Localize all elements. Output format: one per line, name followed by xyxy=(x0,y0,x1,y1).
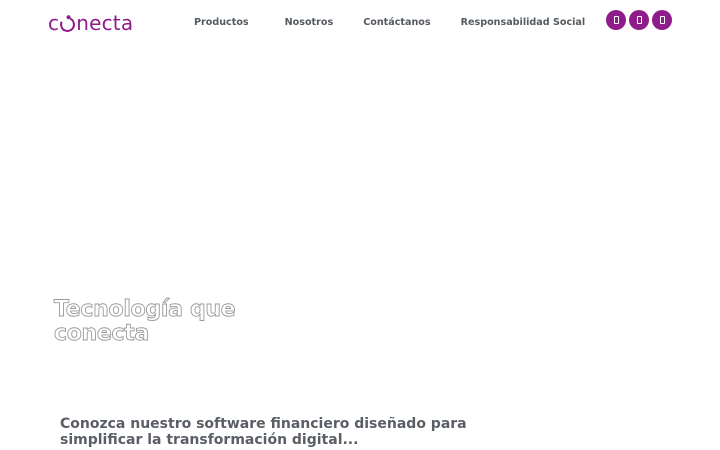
page: c necta Productos Nosotros Contáctanos R… xyxy=(0,0,720,450)
hero-subtitle-line-1: Conozca nuestro software financiero dise… xyxy=(60,416,467,432)
main-nav: Productos Nosotros Contáctanos Responsab… xyxy=(194,16,585,30)
facebook-icon[interactable] xyxy=(606,10,626,30)
linkedin-icon[interactable] xyxy=(652,10,672,30)
nav-contactanos[interactable]: Contáctanos xyxy=(363,16,430,30)
hero-subtitle: Conozca nuestro software financiero dise… xyxy=(60,416,480,448)
hero-subtitle-line-2: simplificar la transformación digital... xyxy=(60,432,359,448)
site-header: c necta Productos Nosotros Contáctanos R… xyxy=(0,0,720,48)
conecta-logo[interactable]: c necta xyxy=(48,11,133,35)
logo-letter-c: c xyxy=(48,11,60,35)
hero-title-line-1: Tecnología que xyxy=(54,297,237,322)
instagram-icon[interactable] xyxy=(629,10,649,30)
hero-title-line-2: conecta xyxy=(54,321,150,346)
logo-wordmark-rest: necta xyxy=(76,11,134,35)
nav-nosotros[interactable]: Nosotros xyxy=(285,16,334,30)
hero-title: Tecnología que conecta xyxy=(54,297,314,346)
logo-o-mark-icon xyxy=(58,14,78,34)
nav-productos[interactable]: Productos xyxy=(194,16,255,30)
nav-responsabilidad-social[interactable]: Responsabilidad Social xyxy=(461,16,586,30)
social-links xyxy=(606,10,672,30)
